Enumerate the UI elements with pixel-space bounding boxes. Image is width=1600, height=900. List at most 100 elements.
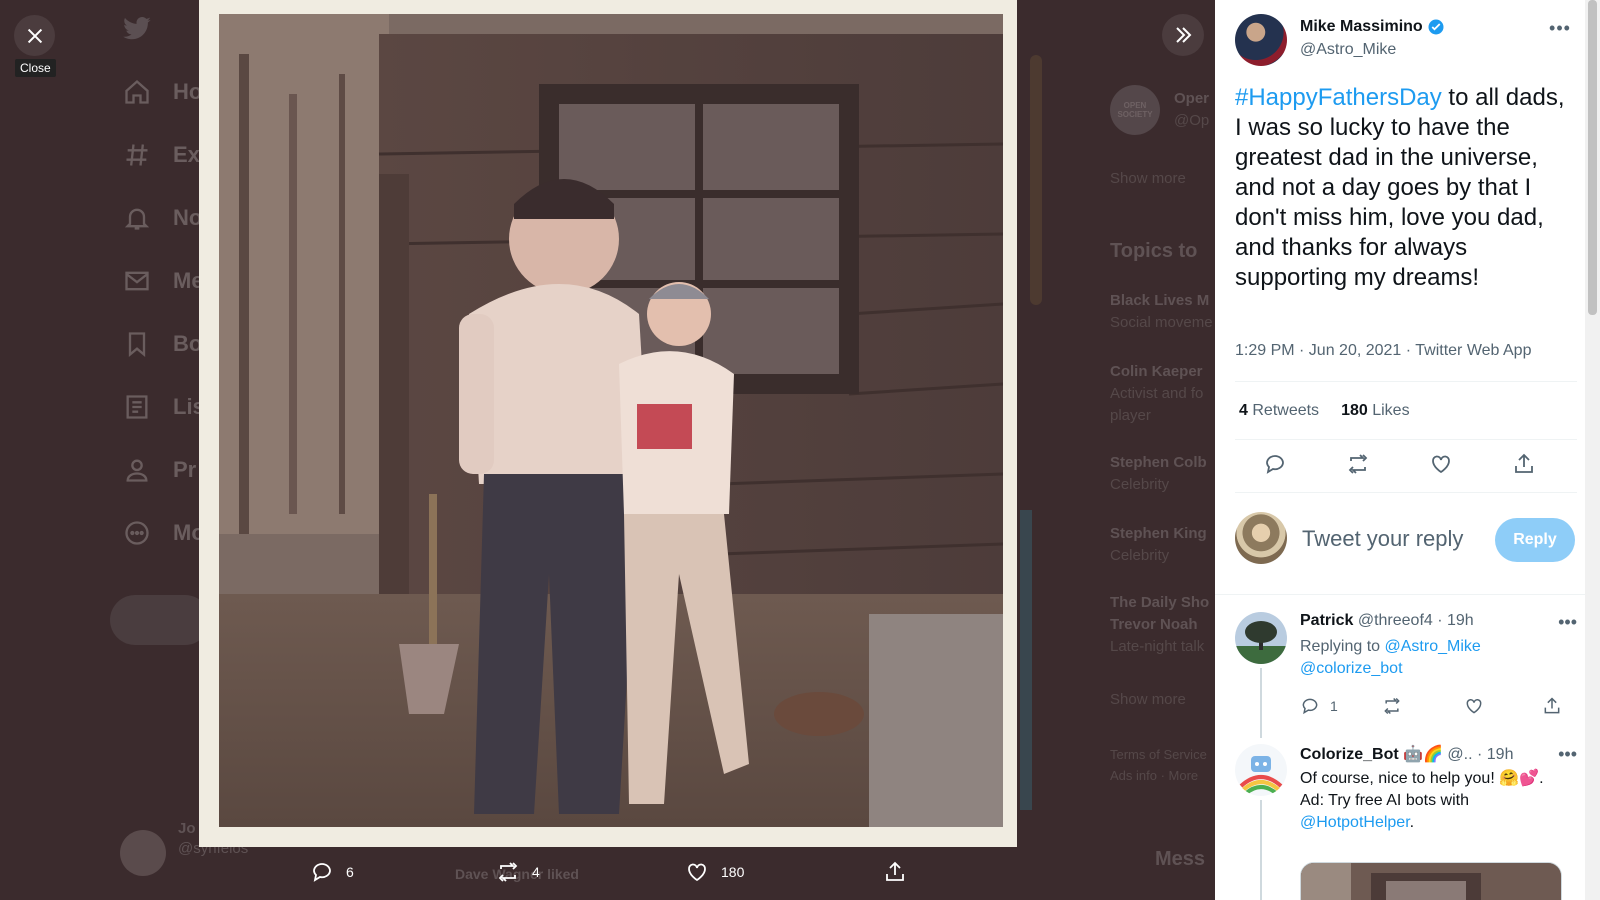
robot-avatar-icon (1235, 744, 1287, 796)
reply-time[interactable]: 19h (1447, 612, 1474, 629)
like-button[interactable] (1429, 452, 1455, 478)
bg-nav-bookmarks: Bo (123, 330, 202, 358)
more-options-icon[interactable]: ••• (1545, 18, 1575, 38)
list-icon (126, 395, 148, 419)
reply-button[interactable]: 1 (1300, 696, 1338, 716)
share-button[interactable] (1512, 452, 1538, 478)
divider (1215, 594, 1585, 595)
org-avatar: OPEN SOCIETY (1110, 85, 1160, 135)
reply-icon (1266, 455, 1284, 474)
topic-sub: Celebrity (1110, 547, 1170, 564)
photo-reply-count: 6 (346, 864, 354, 880)
like-button[interactable] (1464, 696, 1484, 716)
more-options-icon[interactable]: ••• (1558, 744, 1577, 765)
likes-stat[interactable]: 180 Likes (1341, 402, 1410, 420)
colorize-bot-avatar[interactable] (1235, 744, 1287, 796)
reply-icon (1302, 698, 1318, 715)
topic-sub: Activist and fo (1110, 385, 1204, 402)
author-name: Mike Massimino (1300, 18, 1423, 35)
heart-icon (1432, 455, 1450, 474)
bell-icon (124, 208, 150, 230)
bg-nav-profile: Pr (123, 456, 196, 484)
tweet-text: #HappyFathersDay to all dads, I was so l… (1235, 83, 1575, 293)
bg-right-column: OPEN SOCIETY Oper @Op Show more Topics t… (1110, 0, 1215, 900)
tweet-detail-sidebar: Mike Massimino @Astro_Mike ••• #HappyFat… (1215, 0, 1585, 900)
author-avatar[interactable] (1235, 14, 1287, 66)
father-son-photo (219, 14, 1003, 827)
tweet-actions (1235, 452, 1575, 482)
tweet-author: Mike Massimino @Astro_Mike ••• (1235, 14, 1575, 69)
hashtag-link[interactable]: #HappyFathersDay (1235, 84, 1442, 111)
reply-input[interactable]: Tweet your reply (1302, 526, 1463, 552)
thread-line (1260, 668, 1262, 738)
topic-name: Black Lives M (1110, 292, 1210, 309)
photo-reply-action[interactable]: 6 (310, 860, 354, 884)
retweets-stat[interactable]: 4 Retweets (1239, 402, 1319, 420)
mention-link[interactable]: @HotpotHelper (1300, 814, 1410, 831)
reply-media-preview[interactable] (1300, 862, 1562, 900)
tree-avatar-icon (1235, 612, 1287, 664)
current-user-avatar[interactable] (1235, 512, 1287, 564)
likes-count: 180 (1341, 402, 1368, 419)
bg-nav-messages: Me (123, 267, 204, 295)
tweet-body: to all dads, I was so lucky to have the … (1235, 84, 1565, 291)
bookmark-icon (128, 332, 146, 357)
retweet-button[interactable] (1346, 452, 1372, 478)
photo-retweet-action[interactable]: 4 (496, 860, 540, 884)
share-icon (1544, 697, 1560, 714)
retweets-count: 4 (1239, 402, 1248, 419)
topic-name: Stephen King (1110, 525, 1207, 542)
retweet-icon (1348, 454, 1368, 474)
reply-author-handle[interactable]: @.. (1447, 746, 1472, 763)
photo-like-action[interactable]: 180 (685, 860, 744, 884)
more-options-icon[interactable]: ••• (1558, 612, 1577, 633)
tweet-stats: 4 Retweets 180 Likes (1239, 402, 1410, 420)
reply-author-name[interactable]: Patrick (1300, 612, 1353, 629)
reply-actions: 1 (1300, 696, 1562, 720)
patrick-avatar[interactable] (1235, 612, 1287, 664)
retweet-icon (498, 862, 518, 882)
heart-icon (1466, 698, 1482, 714)
reply-author-handle[interactable]: @threeof4 (1358, 612, 1433, 629)
close-button[interactable] (14, 15, 55, 56)
reply-body: Replying to @Astro_Mike @colorize_bot (1300, 636, 1570, 680)
scrollbar-thumb[interactable] (1588, 0, 1597, 315)
reply-button[interactable] (1263, 452, 1289, 478)
reply-text: . (1409, 814, 1415, 831)
double-chevron-right-icon (1176, 27, 1192, 43)
verified-badge-icon (1428, 19, 1444, 35)
bg-highlight (1030, 55, 1042, 305)
thread-line (1260, 800, 1262, 900)
reply-icon (313, 863, 331, 882)
retweet-button[interactable] (1382, 696, 1402, 716)
share-icon (1515, 453, 1533, 473)
topic-sub: Social moveme (1110, 314, 1213, 331)
author-name-row[interactable]: Mike Massimino (1300, 18, 1445, 36)
org-handle: @Op (1174, 112, 1210, 129)
topic-name: Colin Kaeper (1110, 363, 1203, 380)
topic-name: The Daily Sho (1110, 594, 1210, 611)
reply-time[interactable]: 19h (1487, 746, 1514, 763)
mention-link[interactable]: @Astro_Mike (1385, 638, 1481, 655)
topic-sub: player (1110, 407, 1151, 424)
photo-retweet-count: 4 (532, 864, 540, 880)
expand-sidebar-button[interactable] (1162, 14, 1204, 56)
photo-share-action[interactable] (883, 860, 907, 884)
avatar (120, 830, 166, 876)
bg-nav-notifications: No (123, 204, 202, 232)
media-photo (219, 14, 1003, 827)
topics-heading: Topics to (1110, 240, 1198, 262)
retweets-label: Retweets (1252, 402, 1320, 419)
divider (1235, 381, 1577, 382)
reply-author-name[interactable]: Colorize_Bot (1300, 746, 1399, 763)
topic-name: Trevor Noah (1110, 616, 1198, 633)
person-icon (126, 459, 148, 482)
tweet-timestamp[interactable]: 1:29 PM · Jun 20, 2021 · Twitter Web App (1235, 342, 1531, 360)
reply-header: Colorize_Bot 🤖🌈 @.. · 19h (1300, 746, 1514, 763)
reply-text: Ad: Try free AI bots with (1300, 792, 1469, 809)
reply-submit-button[interactable]: Reply (1495, 518, 1575, 562)
author-handle[interactable]: @Astro_Mike (1300, 41, 1396, 59)
divider (1235, 439, 1577, 440)
mention-link[interactable]: @colorize_bot (1300, 660, 1403, 677)
share-button[interactable] (1542, 696, 1562, 716)
